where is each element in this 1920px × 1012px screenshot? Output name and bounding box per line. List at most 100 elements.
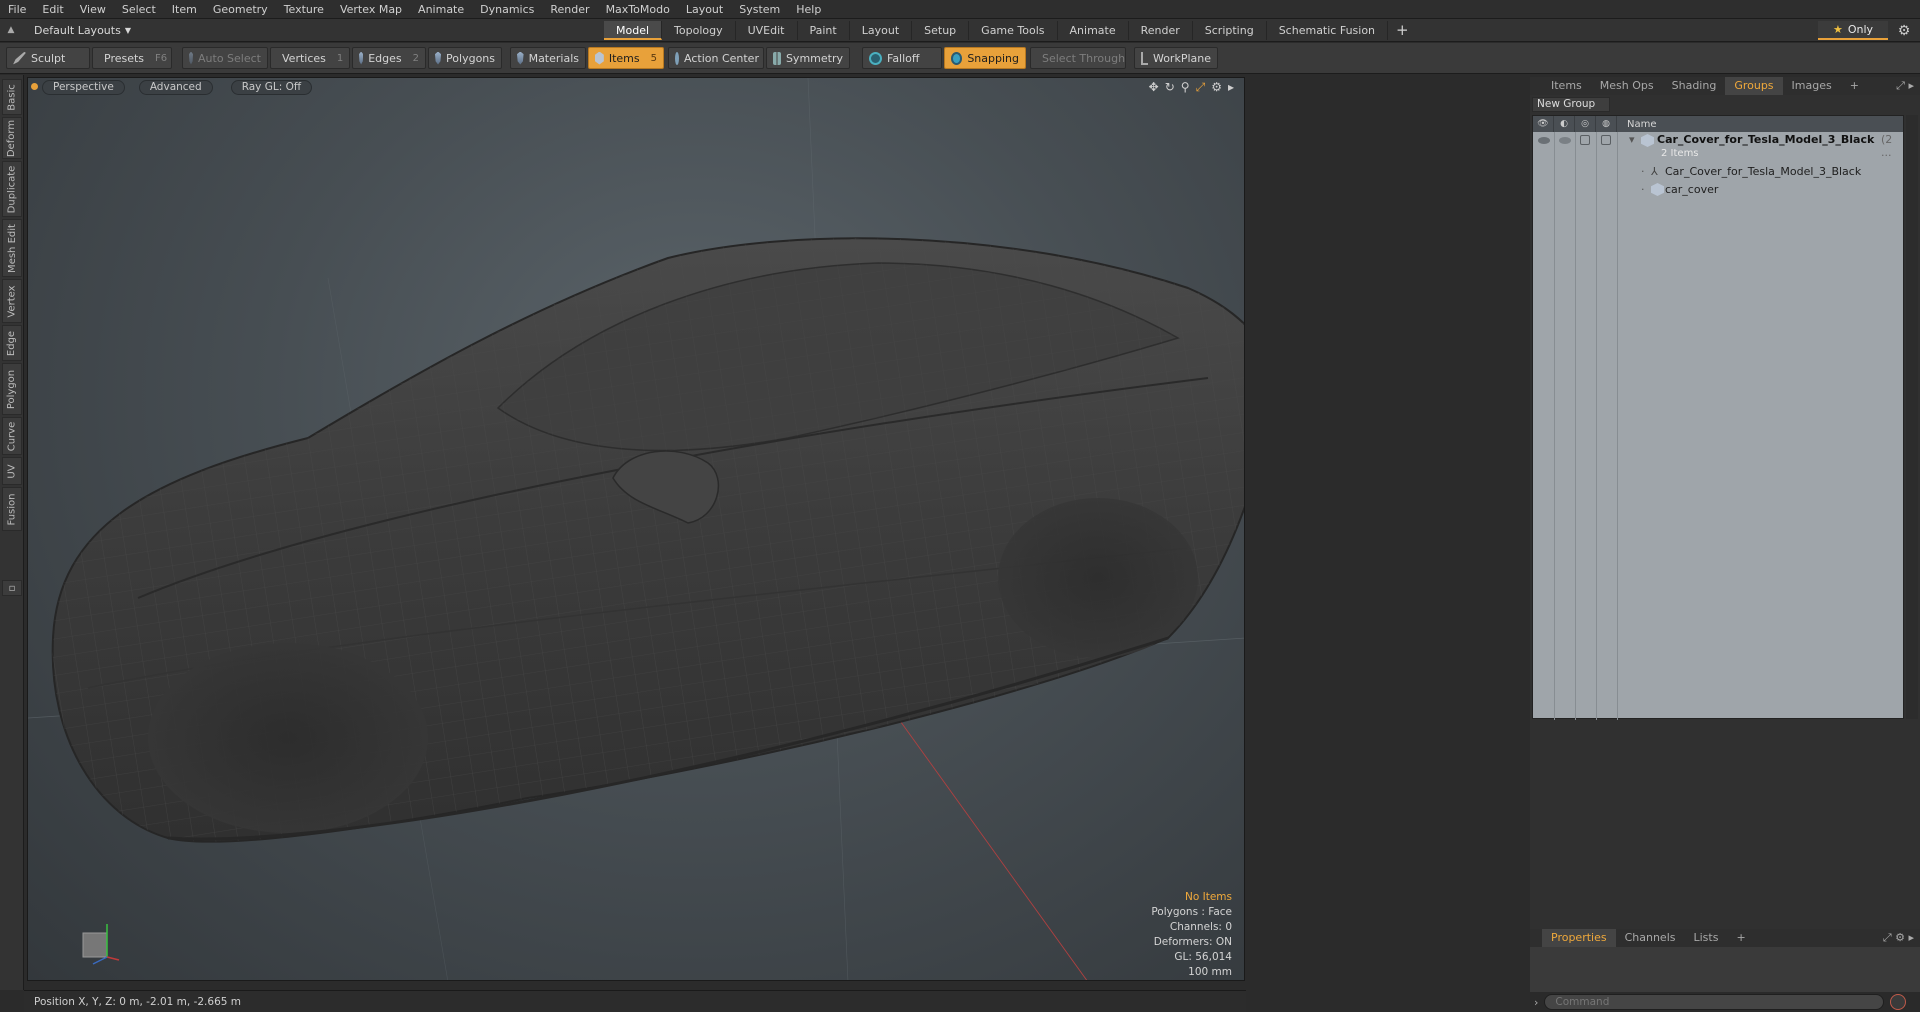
- items-button[interactable]: Items 5: [588, 47, 664, 69]
- command-input[interactable]: [1544, 994, 1885, 1010]
- menu-item[interactable]: Item: [164, 0, 205, 19]
- edges-icon: [359, 51, 364, 65]
- tab-schematic-fusion[interactable]: Schematic Fusion: [1267, 21, 1389, 40]
- menu-render[interactable]: Render: [542, 0, 597, 19]
- tab-vertex[interactable]: Vertex: [2, 279, 22, 323]
- select-through-button[interactable]: Select Through: [1030, 47, 1126, 69]
- sculpt-button[interactable]: Sculpt: [6, 47, 90, 69]
- tab-duplicate-label: Duplicate: [6, 165, 18, 213]
- render-col-icon[interactable]: ◐: [1554, 116, 1575, 132]
- sculpt-label: Sculpt: [31, 51, 66, 65]
- tab-basic[interactable]: Basic: [2, 79, 22, 115]
- 3d-viewport[interactable]: Perspective Advanced Ray GL: Off ✥ ↻ ⚲ ⤢…: [27, 77, 1245, 981]
- lock-checkbox[interactable]: [1580, 135, 1590, 145]
- tab-deform[interactable]: Deform: [2, 117, 22, 159]
- tab-model[interactable]: Model: [604, 21, 663, 40]
- tab-duplicate[interactable]: Duplicate: [2, 161, 22, 217]
- add-panel-tab-button[interactable]: +: [1841, 77, 1868, 95]
- panel-toggle-button[interactable]: ▫: [2, 580, 22, 596]
- shading-mode-button[interactable]: Advanced: [138, 79, 213, 95]
- add-bottom-tab-button[interactable]: +: [1727, 929, 1754, 947]
- menu-animate[interactable]: Animate: [410, 0, 472, 19]
- menu-file[interactable]: File: [0, 0, 34, 19]
- tab-mesh-edit[interactable]: Mesh Edit: [2, 219, 22, 277]
- expand-arrow-icon[interactable]: ▸: [1228, 80, 1234, 95]
- menu-system[interactable]: System: [731, 0, 788, 19]
- menu-maxtomodo[interactable]: MaxToModo: [598, 0, 678, 19]
- tab-lists[interactable]: Lists: [1685, 929, 1728, 947]
- tab-channels[interactable]: Channels: [1616, 929, 1685, 947]
- menu-help[interactable]: Help: [788, 0, 829, 19]
- add-tab-button[interactable]: +: [1388, 21, 1417, 40]
- menu-edit[interactable]: Edit: [34, 0, 71, 19]
- menu-texture[interactable]: Texture: [276, 0, 332, 19]
- only-button[interactable]: ★ Only: [1818, 21, 1888, 40]
- new-group-button[interactable]: New Group: [1532, 97, 1610, 112]
- tab-scripting[interactable]: Scripting: [1193, 21, 1267, 40]
- bottom-panel-controls-icon[interactable]: ⤢ ⚙ ▸: [1883, 931, 1914, 945]
- tab-properties[interactable]: Properties: [1542, 929, 1616, 947]
- tab-items[interactable]: Items: [1542, 77, 1591, 95]
- gear-icon[interactable]: ⚙: [1894, 21, 1914, 40]
- snapping-button[interactable]: Snapping: [944, 47, 1026, 69]
- select-col-icon[interactable]: ◍: [1596, 116, 1617, 132]
- tab-curve[interactable]: Curve: [2, 417, 22, 455]
- tab-uvedit[interactable]: UVEdit: [736, 21, 798, 40]
- group-icon: [1641, 134, 1654, 147]
- tab-animate[interactable]: Animate: [1058, 21, 1129, 40]
- tab-shading[interactable]: Shading: [1663, 77, 1726, 95]
- rotate-icon[interactable]: ↻: [1165, 80, 1175, 95]
- tab-edge[interactable]: Edge: [2, 325, 22, 361]
- raygl-button[interactable]: Ray GL: Off: [230, 79, 313, 95]
- tab-setup[interactable]: Setup: [912, 21, 970, 40]
- tab-polygon[interactable]: Polygon: [2, 363, 22, 415]
- collapse-up-icon[interactable]: ▲: [2, 25, 20, 35]
- menu-geometry[interactable]: Geometry: [205, 0, 276, 19]
- expand-arrow-icon[interactable]: ▾: [1629, 133, 1635, 146]
- eye-icon[interactable]: [1538, 137, 1550, 144]
- tab-mesh-ops[interactable]: Mesh Ops: [1591, 77, 1663, 95]
- render-toggle-icon[interactable]: [1559, 137, 1571, 144]
- tab-groups[interactable]: Groups: [1725, 77, 1783, 95]
- tab-topology[interactable]: Topology: [662, 21, 736, 40]
- visibility-col-icon[interactable]: 👁: [1533, 116, 1554, 132]
- materials-button[interactable]: Materials: [510, 47, 586, 69]
- tab-paint[interactable]: Paint: [798, 21, 850, 40]
- select-checkbox[interactable]: [1601, 135, 1611, 145]
- layout-selector[interactable]: ▲ Default Layouts ▼: [2, 21, 142, 39]
- command-history-button[interactable]: [1890, 994, 1907, 1010]
- menu-view[interactable]: View: [72, 0, 114, 19]
- menu-layout[interactable]: Layout: [678, 0, 731, 19]
- tab-layout[interactable]: Layout: [850, 21, 913, 40]
- zoom-icon[interactable]: ⚲: [1181, 80, 1190, 95]
- workplane-button[interactable]: WorkPlane: [1134, 47, 1218, 69]
- groups-scrollbar[interactable]: [1906, 115, 1918, 719]
- polygons-button[interactable]: Polygons: [428, 47, 502, 69]
- group-row[interactable]: ▾ Car_Cover_for_Tesla_Model_3_Black (2 .…: [1533, 133, 1903, 159]
- tab-game-tools[interactable]: Game Tools: [969, 21, 1058, 40]
- view-mode-button[interactable]: Perspective: [42, 79, 125, 95]
- falloff-button[interactable]: Falloff: [862, 47, 942, 69]
- pan-icon[interactable]: ✥: [1149, 80, 1159, 95]
- auto-select-button[interactable]: Auto Select: [182, 47, 268, 69]
- command-bar: ›: [1530, 992, 1920, 1012]
- tab-images[interactable]: Images: [1783, 77, 1841, 95]
- list-item[interactable]: · ⅄ Car_Cover_for_Tesla_Model_3_Black: [1533, 163, 1903, 180]
- viewport-settings-icon[interactable]: ⚙: [1211, 80, 1222, 95]
- lock-col-icon[interactable]: ◎: [1575, 116, 1596, 132]
- action-center-button[interactable]: Action Center: [668, 47, 764, 69]
- tab-render[interactable]: Render: [1129, 21, 1193, 40]
- list-item[interactable]: · car_cover: [1533, 181, 1903, 198]
- edges-button[interactable]: Edges 2: [352, 47, 426, 69]
- menu-dynamics[interactable]: Dynamics: [472, 0, 542, 19]
- symmetry-button[interactable]: Symmetry: [766, 47, 850, 69]
- name-column-header[interactable]: Name: [1617, 119, 1657, 130]
- menu-select[interactable]: Select: [114, 0, 164, 19]
- tab-fusion[interactable]: Fusion: [2, 487, 22, 531]
- panel-expand-icon[interactable]: ⤢ ▸: [1896, 79, 1914, 93]
- fit-icon[interactable]: ⤢: [1196, 80, 1206, 95]
- vertices-button[interactable]: Vertices 1: [270, 47, 350, 69]
- menu-vertex-map[interactable]: Vertex Map: [332, 0, 410, 19]
- tab-uv[interactable]: UV: [2, 457, 22, 485]
- presets-button[interactable]: Presets F6: [92, 47, 172, 69]
